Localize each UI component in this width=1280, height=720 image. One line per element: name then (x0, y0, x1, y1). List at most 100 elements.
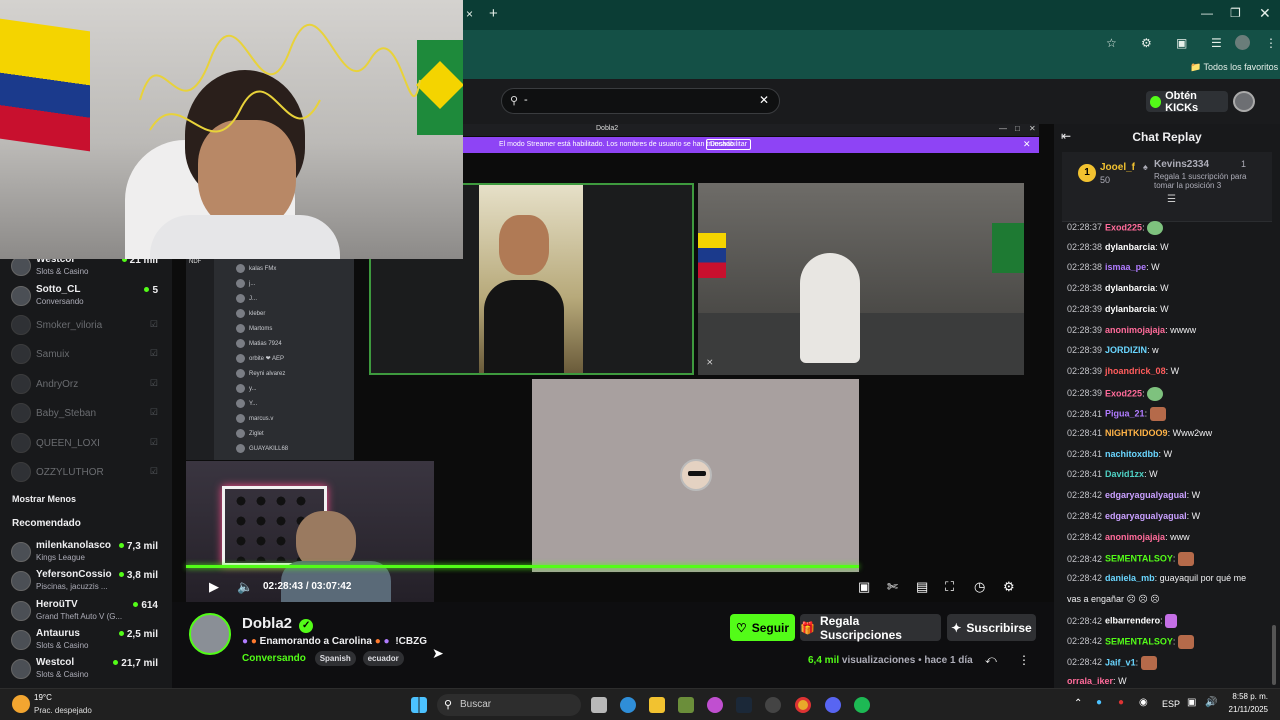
clock-time[interactable]: 8:58 p. m. (1228, 692, 1268, 701)
show-less-link[interactable]: Mostrar Menos (12, 494, 76, 504)
sidebar-channel[interactable]: Smoker_viloria ☑ (0, 311, 172, 341)
taskbar-search[interactable]: ⚲ Buscar (437, 694, 581, 716)
tray-expand-icon[interactable]: ⌃ (1074, 698, 1082, 709)
chat-emote-icon (1177, 635, 1194, 649)
message-username[interactable]: Pigua_21 (1105, 409, 1145, 419)
cast-icon[interactable]: ▣ (1176, 36, 1187, 50)
speaker-icon[interactable]: 🔊 (1205, 697, 1217, 708)
sidebar-channel[interactable]: QUEEN_LOXI ☑ (0, 429, 172, 459)
all-favorites-link[interactable]: 📁 Todos los favoritos (1190, 62, 1278, 73)
message-username[interactable]: anonimojajaja (1105, 532, 1165, 542)
weather-icon[interactable] (12, 695, 30, 713)
recommended-channel[interactable]: HeroüTV Grand Theft Auto V (G... 614 (0, 597, 172, 627)
tray-app-icon[interactable]: ● (1096, 697, 1102, 708)
volume-icon[interactable]: 🔈 (237, 579, 253, 595)
task-view-icon[interactable] (591, 697, 607, 713)
member-avatar (236, 399, 245, 408)
obs-icon[interactable] (765, 697, 781, 713)
message-username[interactable]: SEMENTALSOY (1105, 636, 1173, 646)
message-username[interactable]: elbarrendero (1105, 616, 1160, 626)
chrome-icon[interactable] (795, 697, 811, 713)
media-controls-icon[interactable]: ☰ (1211, 36, 1222, 50)
clock-date[interactable]: 21/11/2025 (1222, 705, 1268, 714)
discord-icon[interactable] (825, 697, 841, 713)
spotify-icon[interactable] (854, 697, 870, 713)
recommended-channel[interactable]: Westcol Slots & Casino 21,7 mil (0, 655, 172, 685)
user-avatar[interactable] (1233, 91, 1255, 112)
recommended-channel[interactable]: YefersonCossio Piscinas, jacuzzis ... 3,8 … (0, 567, 172, 597)
browser-menu-icon[interactable]: ⋮ (1265, 36, 1277, 50)
gift-subs-button[interactable]: 🎁 Regala Suscripciones (800, 614, 941, 642)
message-username[interactable]: daniela_mb (1105, 573, 1155, 583)
stream-category[interactable]: Conversando (242, 653, 306, 664)
video-progress-bar[interactable] (186, 565, 860, 568)
settings-gear-icon[interactable]: ⚙ (1003, 579, 1015, 595)
channel-name[interactable]: Dobla2 (242, 615, 292, 632)
sidebar-channel[interactable]: Baby_Steban ☑ (0, 399, 172, 429)
bookmark-star-icon[interactable]: ☆ (1106, 36, 1117, 50)
share-icon[interactable]: ⤺ (985, 654, 997, 667)
message-username[interactable]: JORDIZIN (1105, 345, 1147, 355)
close-tab-icon[interactable]: × (466, 7, 473, 21)
file-explorer-icon[interactable] (649, 697, 665, 713)
windows-start-icon[interactable] (411, 697, 427, 713)
channel-info: Dobla2 ✓ ● ● Enamorando a Carolina ● ● !… (172, 602, 1054, 688)
sidebar-channel[interactable]: OZZYLUTHOR ☑ (0, 458, 172, 488)
message-username[interactable]: anonimojajaja (1105, 325, 1165, 335)
message-username[interactable]: Jaif_v1 (1105, 657, 1136, 667)
message-username[interactable]: dylanbarcia (1105, 242, 1155, 252)
theater-mode-icon[interactable]: ▣ (858, 579, 870, 595)
message-username[interactable]: Exod225 (1105, 222, 1142, 232)
message-username[interactable]: dylanbarcia (1105, 283, 1155, 293)
minimize-window-icon[interactable]: — (1201, 6, 1213, 20)
tray-mic-icon[interactable]: ◉ (1139, 697, 1148, 708)
restore-window-icon[interactable]: ❐ (1230, 6, 1241, 20)
video-off-icon: ☑ (149, 319, 158, 329)
tray-app-icon-2[interactable]: ● (1118, 697, 1124, 708)
message-username[interactable]: David1zx (1105, 469, 1144, 479)
message-username[interactable]: Exod225 (1105, 388, 1142, 398)
new-tab-icon[interactable]: + (489, 5, 498, 22)
message-username[interactable]: edgaryagualyagual (1105, 511, 1187, 521)
tag-ecuador[interactable]: ecuador (362, 651, 404, 666)
get-kicks-button[interactable]: Obtén KICKs (1146, 90, 1228, 114)
network-icon[interactable]: ▣ (1187, 697, 1196, 708)
message-username[interactable]: nachitoxdbb (1105, 449, 1159, 459)
copilot-icon[interactable] (707, 697, 723, 713)
subscribe-button[interactable]: ✦ Suscribirse (947, 614, 1036, 641)
extensions-icon[interactable]: ⚙ (1141, 36, 1152, 50)
profile-avatar[interactable] (1235, 35, 1250, 50)
tag-spanish[interactable]: Spanish (314, 651, 356, 666)
minecraft-icon[interactable] (678, 697, 694, 713)
keyboard-language[interactable]: ESP (1162, 699, 1180, 709)
fullscreen-icon[interactable]: ⛶ (945, 579, 954, 595)
filter-icon[interactable]: ☰ (1167, 194, 1176, 205)
voice-member: kalas FMx (236, 264, 276, 273)
clear-search-icon[interactable]: ✕ (759, 93, 769, 107)
recommended-channel[interactable]: milenkanolasco Kings League 7,3 mil (0, 538, 172, 568)
follow-button[interactable]: ♡ Seguir (730, 614, 795, 641)
message-username[interactable]: orrala_iker (1067, 676, 1113, 686)
sidebar-channel[interactable]: Samuix ☑ (0, 340, 172, 370)
chat-scrollbar[interactable] (1272, 625, 1276, 685)
message-username[interactable]: ismaa_pe (1105, 262, 1146, 272)
message-username[interactable]: edgaryagualyagual (1105, 490, 1187, 500)
message-username[interactable]: dylanbarcia (1105, 304, 1155, 314)
more-options-icon[interactable]: ⋮ (1018, 653, 1030, 667)
search-input[interactable]: - (524, 94, 528, 106)
recommended-channel[interactable]: Antaurus Slots & Casino 2,5 mil (0, 626, 172, 656)
channel-avatar[interactable] (189, 613, 231, 655)
sidebar-channel[interactable]: AndryOrz ☑ (0, 370, 172, 400)
clip-icon[interactable]: ✄ (887, 579, 898, 595)
message-username[interactable]: NIGHTKIDOO9 (1105, 428, 1168, 438)
speed-icon[interactable]: ◷ (974, 579, 985, 595)
captions-icon[interactable]: ▤ (916, 579, 928, 595)
message-username[interactable]: SEMENTALSOY (1105, 554, 1173, 564)
search-box[interactable]: ⚲ - ✕ (501, 88, 780, 114)
play-icon[interactable]: ▶ (209, 579, 219, 595)
sidebar-channel[interactable]: Sotto_CL Conversando 5 (0, 282, 172, 312)
edge-browser-icon[interactable] (620, 697, 636, 713)
close-window-icon[interactable]: ✕ (1259, 5, 1271, 22)
message-username[interactable]: jhoandrick_08 (1105, 366, 1166, 376)
steam-icon[interactable] (736, 697, 752, 713)
